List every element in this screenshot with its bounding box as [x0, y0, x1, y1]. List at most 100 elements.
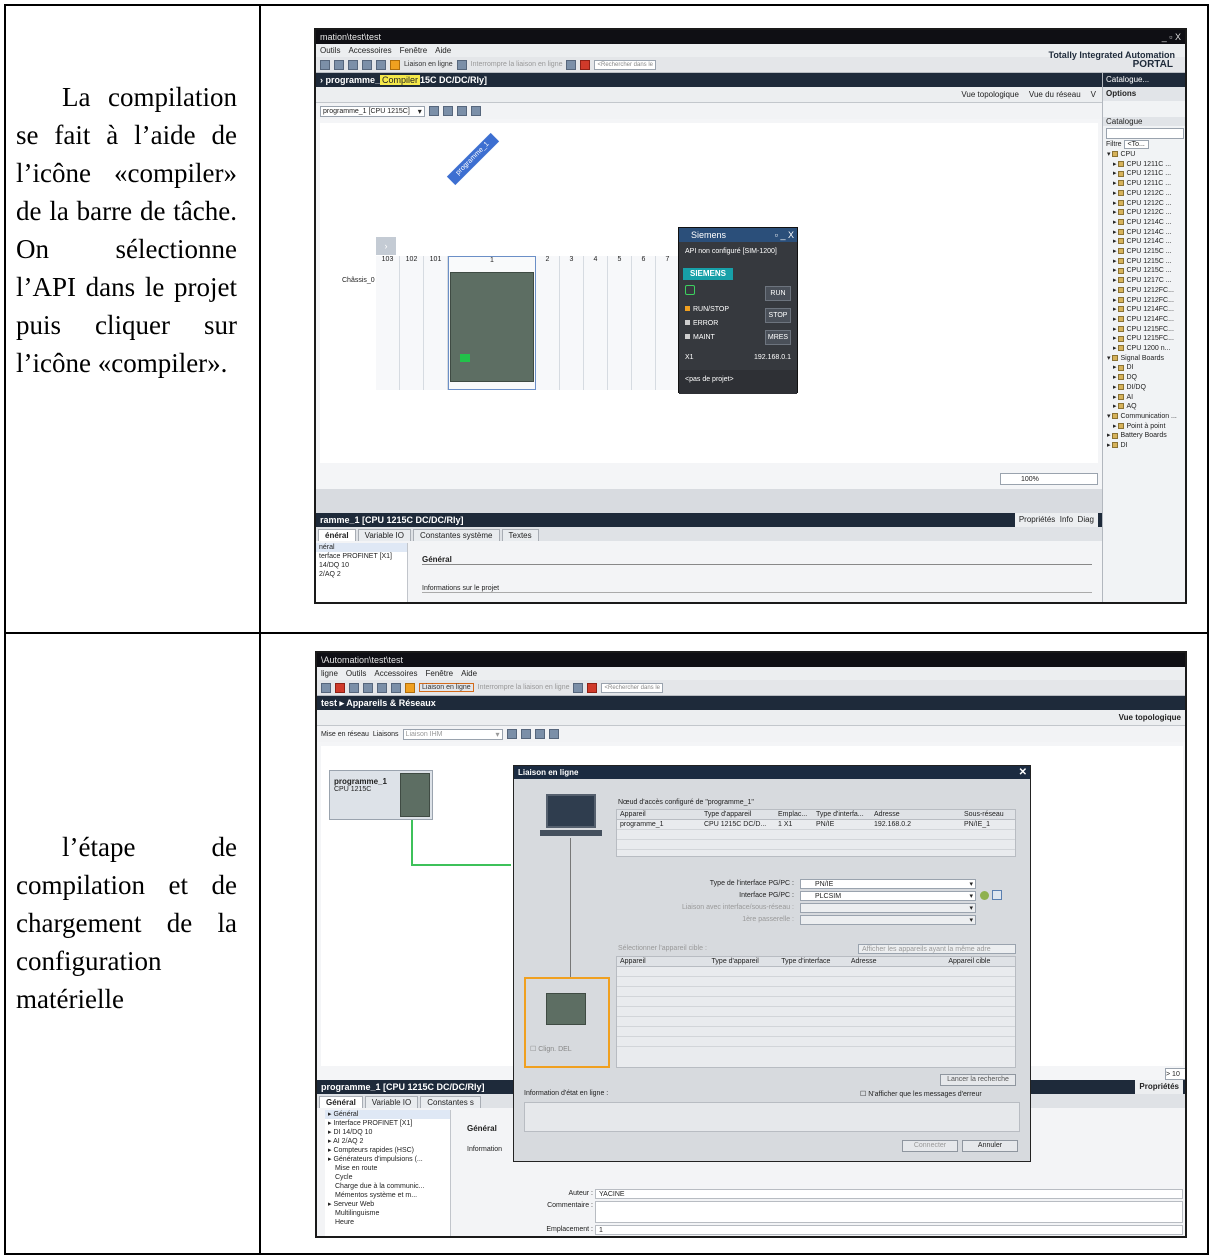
nav-item[interactable]: ▸ Général	[325, 1110, 450, 1119]
nav-item[interactable]: Mémentos système et m...	[325, 1191, 450, 1200]
nav-item[interactable]: ▸ Serveur Web	[325, 1200, 450, 1209]
tab-system-constants[interactable]: Constantes système	[413, 529, 500, 541]
tab-io-variables[interactable]: Variable IO	[357, 529, 412, 541]
catalog-item[interactable]: ▸ CPU 1214C ...	[1107, 237, 1185, 247]
nav-item[interactable]: ▸ DI 14/DQ 10	[325, 1128, 450, 1137]
slot-4[interactable]: 4	[584, 256, 608, 390]
device-box[interactable]: programme_1 CPU 1215C	[329, 770, 433, 820]
nav-item[interactable]: néral	[316, 543, 407, 552]
subnet-select[interactable]: ▾	[800, 903, 976, 913]
nav-item[interactable]: terface PROFINET [X1]	[316, 552, 407, 561]
mres-button[interactable]: MRES	[765, 330, 791, 345]
nav-item[interactable]: Heure	[325, 1218, 450, 1227]
upload-icon[interactable]	[376, 59, 386, 70]
slot-5[interactable]: 5	[608, 256, 632, 390]
scroll-right[interactable]: > 10	[1165, 1068, 1185, 1080]
cross-icon[interactable]	[587, 682, 598, 693]
tab-io-variables[interactable]: Variable IO	[364, 1096, 419, 1108]
tab-general[interactable]: Général	[319, 1096, 363, 1108]
tool-icon[interactable]	[428, 106, 439, 116]
pgpc-type-select[interactable]: PN/IE ▾	[800, 879, 976, 889]
author-field[interactable]: YACINE	[595, 1189, 1183, 1199]
network-button[interactable]: Mise en réseau	[321, 731, 369, 738]
catalog-item[interactable]: ▸ CPU 1212C ...	[1107, 199, 1185, 209]
menu-item[interactable]: Outils	[346, 667, 366, 680]
device-view-tab[interactable]: V	[1091, 90, 1096, 99]
menu-item[interactable]: ligne	[321, 667, 338, 680]
close-icon[interactable]: ▫ _ X	[775, 228, 794, 242]
zoom-icon[interactable]	[470, 106, 481, 116]
tab-system-constants[interactable]: Constantes s	[420, 1096, 481, 1108]
go-online-icon[interactable]	[405, 682, 415, 693]
network-view-tab[interactable]: Vue du réseau	[1029, 90, 1081, 99]
catalog-item[interactable]: ▸ CPU 1215C ...	[1107, 247, 1185, 257]
compile-icon[interactable]	[348, 59, 358, 70]
rack-expand-button[interactable]: ›	[376, 237, 396, 255]
tool-icon[interactable]	[534, 729, 545, 739]
slot-101[interactable]: 101	[424, 256, 448, 390]
properties-tab[interactable]: Propriétés	[1019, 515, 1055, 524]
links-type-select[interactable]: Liaison IHM	[402, 728, 503, 740]
tab-texts[interactable]: Textes	[501, 529, 539, 541]
catalog-item[interactable]: ▸ CPU 1215C ...	[1107, 257, 1185, 267]
go-offline-button[interactable]: Interrompre la liaison en ligne	[478, 684, 570, 691]
window-controls[interactable]: _ ▫ X	[1162, 30, 1181, 44]
go-offline-button[interactable]: Interrompre la liaison en ligne	[471, 61, 563, 68]
settings-icon[interactable]	[980, 891, 989, 900]
menu-item[interactable]: Fenêtre	[400, 44, 428, 57]
errors-only-checkbox[interactable]: ☐ N'afficher que les messages d'erreur	[860, 1090, 982, 1098]
undo-icon[interactable]	[320, 59, 330, 70]
nav-item[interactable]: Multilinguisme	[325, 1209, 450, 1218]
cross-icon[interactable]	[580, 59, 591, 70]
catalog-item[interactable]: ▸ CPU 1212FC...	[1107, 286, 1185, 296]
catalog-item[interactable]: ▸ CPU 1212FC...	[1107, 296, 1185, 306]
menu-item[interactable]: Accessoires	[374, 667, 417, 680]
catalog-item[interactable]: ▸ CPU 1214FC...	[1107, 305, 1185, 315]
tab-general[interactable]: énéral	[318, 529, 356, 541]
power-icon[interactable]	[685, 285, 695, 295]
info-tab[interactable]: Info	[1060, 515, 1073, 524]
catalog-item[interactable]: ▸ CPU 1217C ...	[1107, 276, 1185, 286]
blink-led-checkbox[interactable]: ☐ Clign. DEL	[530, 1045, 572, 1053]
redo-icon[interactable]	[363, 682, 373, 693]
catalog-item[interactable]: ▾ Signal Boards	[1107, 354, 1185, 364]
undo-icon[interactable]	[349, 682, 359, 693]
tool-icon[interactable]	[520, 729, 531, 739]
catalog-item[interactable]: ▸ DI	[1107, 441, 1185, 451]
menu-item[interactable]: Outils	[320, 44, 340, 57]
nav-item[interactable]: ▸ Générateurs d'impulsions (...	[325, 1155, 450, 1164]
catalog-item[interactable]: ▸ DQ	[1107, 373, 1185, 383]
tool-icon[interactable]	[456, 106, 467, 116]
delete-icon[interactable]	[335, 682, 345, 693]
nav-item[interactable]: ▸ Interface PROFINET [X1]	[325, 1119, 450, 1128]
stop-button[interactable]: STOP	[765, 308, 791, 323]
catalog-item[interactable]: ▸ CPU 1214C ...	[1107, 218, 1185, 228]
location-field[interactable]: 1	[595, 1225, 1183, 1235]
catalog-item[interactable]: ▸ CPU 1215C ...	[1107, 266, 1185, 276]
zoom-field[interactable]: 100%	[1000, 473, 1098, 485]
diagnostics-tab[interactable]: Diag	[1078, 515, 1094, 524]
accessible-devices-icon[interactable]	[573, 682, 584, 693]
run-button[interactable]: RUN	[765, 286, 791, 301]
catalog-item[interactable]: ▸ CPU 1212C ...	[1107, 208, 1185, 218]
go-online-icon[interactable]	[390, 59, 400, 70]
comment-field[interactable]	[595, 1201, 1183, 1223]
catalog-item[interactable]: ▸ DI/DQ	[1107, 383, 1185, 393]
nav-item[interactable]: Mise en route	[325, 1164, 450, 1173]
catalog-item[interactable]: ▸ CPU 1212C ...	[1107, 189, 1185, 199]
accessible-devices-icon[interactable]	[566, 59, 577, 70]
zoom-icon[interactable]	[548, 729, 559, 739]
catalog-item[interactable]: ▸ Point à point	[1107, 422, 1185, 432]
nav-item[interactable]: 14/DQ 10	[316, 561, 407, 570]
catalog-item[interactable]: ▸ DI	[1107, 363, 1185, 373]
gateway-select[interactable]: ▾	[800, 915, 976, 925]
menu-item[interactable]: Aide	[461, 667, 477, 680]
nav-item[interactable]: ▸ Compteurs rapides (HSC)	[325, 1146, 450, 1155]
slot-103[interactable]: 103	[376, 256, 400, 390]
menu-item[interactable]: Aide	[435, 44, 451, 57]
slot-102[interactable]: 102	[400, 256, 424, 390]
go-online-button[interactable]: Liaison en ligne	[404, 61, 453, 68]
download-icon[interactable]	[391, 682, 401, 693]
diagnose-icon[interactable]	[992, 890, 1002, 900]
topology-view-tab[interactable]: Vue topologique	[961, 90, 1019, 99]
